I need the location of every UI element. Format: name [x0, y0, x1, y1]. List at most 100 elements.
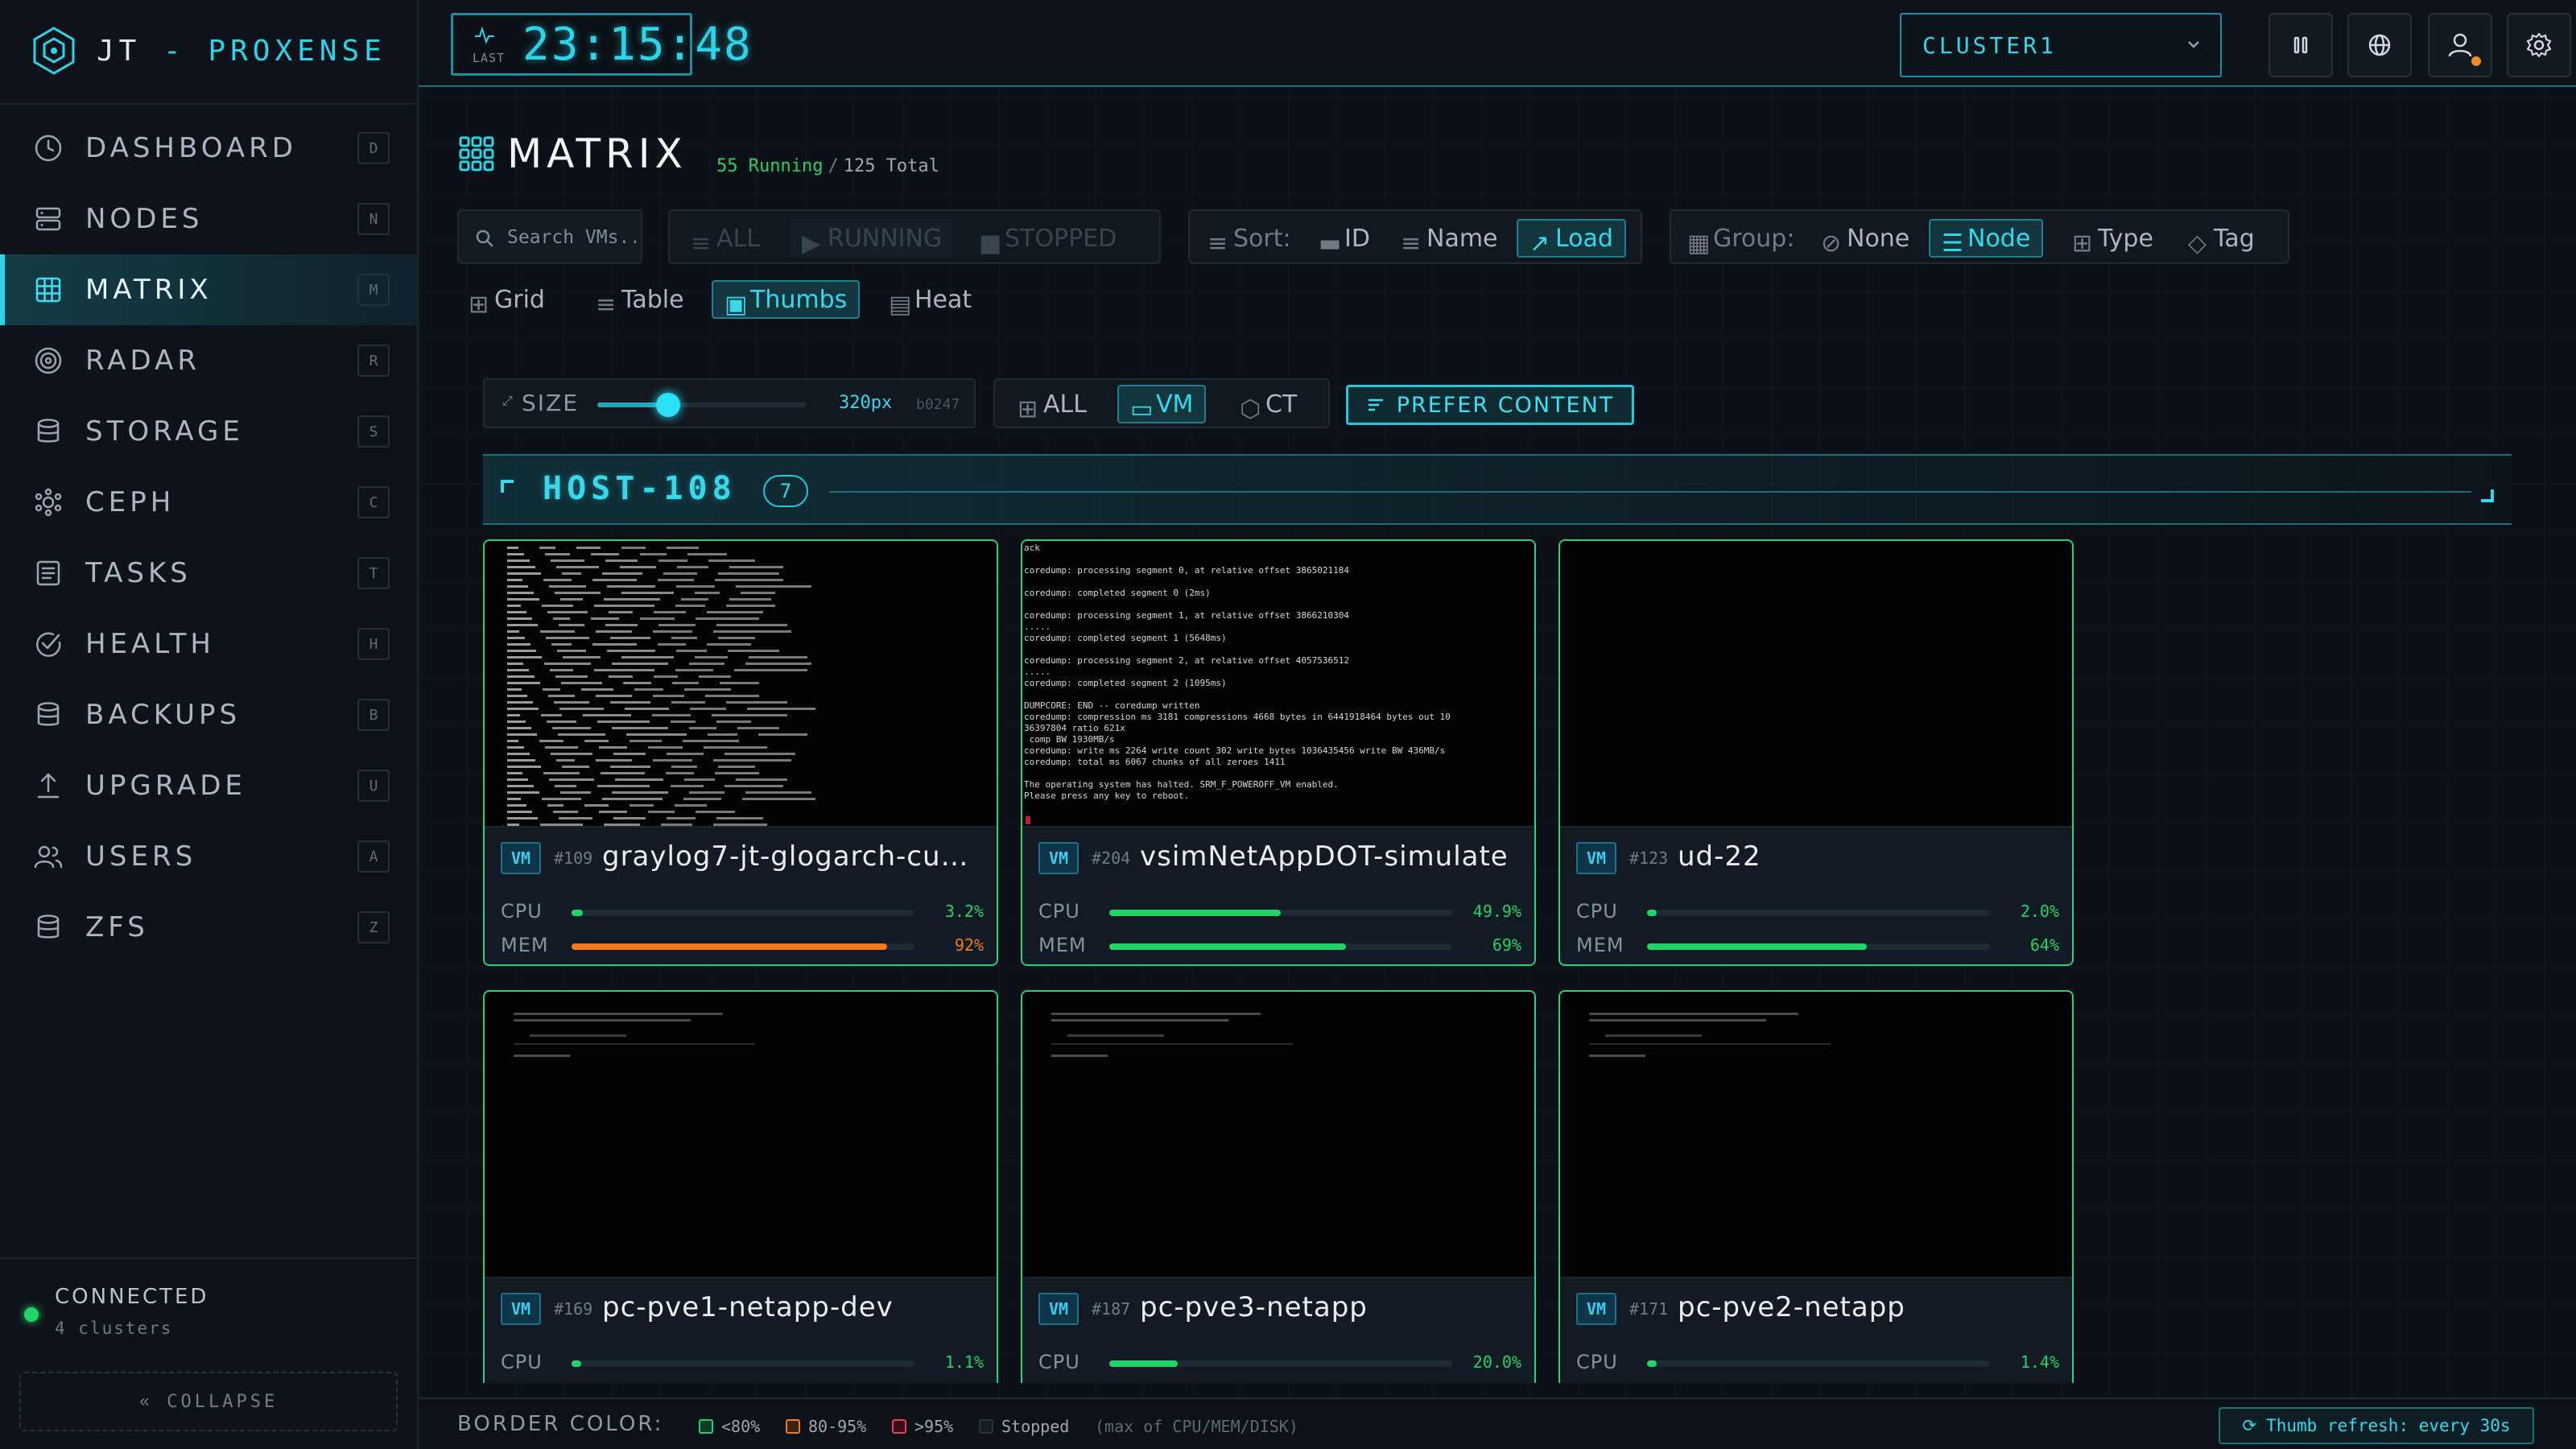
vm-card[interactable]: VM #169 pc-pve1-netapp-dev CPU 1.1%	[483, 990, 998, 1383]
cpu-bar	[572, 1360, 914, 1367]
vm-card-info: VM #169 pc-pve1-netapp-dev CPU 1.1%	[485, 1277, 997, 1383]
mem-row: MEM 64%	[1576, 934, 2059, 958]
refresh-icon: ⟳	[2242, 1416, 2257, 1435]
cpu-label: CPU	[1038, 900, 1080, 923]
mem-value: 92%	[954, 935, 984, 955]
legend-item: 80-95%	[786, 1417, 866, 1436]
legend-item: >95%	[892, 1417, 953, 1436]
vm-console-thumbnail[interactable]	[1022, 992, 1534, 1277]
vm-card-info: VM #204 vsimNetAppDOT-simulate CPU 49.9%…	[1022, 826, 1534, 964]
cpu-bar	[1109, 910, 1452, 916]
thumb-refresh-label: Thumb refresh: every 30s	[2266, 1416, 2511, 1435]
legend-swatch	[786, 1419, 800, 1434]
vm-console-thumbnail[interactable]: ack coredump: processing segment 0, at r…	[1022, 541, 1534, 826]
vm-card-info: VM #109 graylog7-jt-glogarch-custom CPU …	[485, 826, 997, 964]
vm-card-info: VM #123 ud-22 CPU 2.0% MEM 64%	[1560, 826, 2072, 964]
cpu-value: 1.4%	[2020, 1352, 2059, 1372]
cpu-row: CPU 2.0%	[1576, 900, 2059, 924]
cpu-bar	[572, 910, 914, 916]
border-color-legend: BORDER COLOR: <80% 80-95% >95% Stopped (…	[419, 1397, 2576, 1449]
mem-label: MEM	[501, 934, 549, 956]
cursor-indicator	[1026, 816, 1030, 824]
vm-card[interactable]: VM #187 pc-pve3-netapp CPU 20.0%	[1021, 990, 1536, 1383]
vm-type-badge: VM	[1038, 842, 1079, 874]
mem-bar-fill	[1647, 943, 1867, 950]
mem-label: MEM	[1576, 934, 1624, 956]
cpu-bar-fill	[572, 910, 583, 916]
mem-label: MEM	[1038, 934, 1087, 956]
vm-console-thumbnail[interactable]	[485, 541, 997, 826]
vm-name: vsimNetAppDOT-simulate	[1140, 840, 1509, 873]
legend-item: <80%	[699, 1417, 760, 1436]
cpu-bar-fill	[1109, 910, 1281, 916]
vm-card-info: VM #171 pc-pve2-netapp CPU 1.4%	[1560, 1277, 2072, 1383]
vm-type-badge: VM	[1038, 1293, 1079, 1325]
vm-card-info: VM #187 pc-pve3-netapp CPU 20.0%	[1022, 1277, 1534, 1383]
vm-card[interactable]: VM #109 graylog7-jt-glogarch-custom CPU …	[483, 539, 998, 966]
mem-bar	[1647, 943, 1990, 950]
cpu-row: CPU 3.2%	[501, 900, 984, 924]
cpu-value: 20.0%	[1472, 1352, 1521, 1372]
vm-card[interactable]: ack coredump: processing segment 0, at r…	[1021, 539, 1536, 966]
cpu-label: CPU	[501, 1351, 543, 1373]
vm-name: pc-pve2-netapp	[1678, 1291, 1905, 1323]
cpu-row: CPU 20.0%	[1038, 1351, 1521, 1375]
vm-type-badge: VM	[501, 1293, 541, 1325]
mem-row: MEM 69%	[1038, 934, 1521, 958]
mem-value: 64%	[2029, 935, 2059, 955]
legend-swatch	[979, 1419, 993, 1434]
console-screenshot	[507, 544, 815, 826]
legend-swatch	[892, 1419, 906, 1434]
console-screenshot	[1589, 1013, 1831, 1057]
cpu-row: CPU 1.4%	[1576, 1351, 2059, 1375]
cpu-value: 3.2%	[944, 902, 984, 921]
vm-type-badge: VM	[501, 842, 541, 874]
vm-console-thumbnail[interactable]	[485, 992, 997, 1277]
vm-card[interactable]: VM #171 pc-pve2-netapp CPU 1.4%	[1558, 990, 2074, 1383]
cpu-label: CPU	[1576, 1351, 1618, 1373]
vm-id: #187	[1092, 1299, 1131, 1319]
cpu-bar	[1647, 910, 1990, 916]
legend-swatch	[699, 1419, 713, 1434]
vm-id: #204	[1092, 848, 1131, 868]
cpu-bar	[1647, 1360, 1990, 1367]
cpu-value: 1.1%	[944, 1352, 984, 1372]
vm-id: #171	[1629, 1299, 1669, 1319]
cpu-bar-fill	[1647, 1360, 1657, 1367]
cpu-bar-fill	[572, 1360, 581, 1367]
mem-value: 69%	[1492, 935, 1521, 955]
console-screenshot	[1051, 1013, 1293, 1057]
vm-name: pc-pve1-netapp-dev	[602, 1291, 894, 1323]
vm-card-grid: VM #109 graylog7-jt-glogarch-custom CPU …	[0, 0, 2576, 1383]
legend-item: Stopped	[979, 1417, 1069, 1436]
console-screenshot	[514, 1013, 755, 1057]
vm-console-thumbnail[interactable]	[1560, 541, 2072, 826]
vm-id: #109	[554, 848, 593, 868]
vm-name: graylog7-jt-glogarch-custom	[602, 840, 980, 873]
console-screenshot: ack coredump: processing segment 0, at r…	[1024, 543, 1451, 801]
legend-note: (max of CPU/MEM/DISK)	[1095, 1417, 1298, 1436]
mem-bar	[1109, 943, 1452, 950]
mem-bar	[572, 943, 914, 950]
cpu-value: 49.9%	[1472, 902, 1521, 921]
vm-type-badge: VM	[1576, 1293, 1616, 1325]
cpu-bar-fill	[1647, 910, 1657, 916]
vm-name: pc-pve3-netapp	[1140, 1291, 1368, 1323]
cpu-value: 2.0%	[2020, 902, 2059, 921]
cpu-row: CPU 49.9%	[1038, 900, 1521, 924]
mem-row: MEM 92%	[501, 934, 984, 958]
mem-bar-fill	[1109, 943, 1346, 950]
vm-type-badge: VM	[1576, 842, 1616, 874]
vm-console-thumbnail[interactable]	[1560, 992, 2072, 1277]
cpu-bar-fill	[1109, 1360, 1179, 1367]
cpu-bar	[1109, 1360, 1452, 1367]
mem-bar-fill	[572, 943, 887, 950]
cpu-label: CPU	[1576, 900, 1618, 923]
cpu-label: CPU	[501, 900, 543, 923]
vm-card[interactable]: VM #123 ud-22 CPU 2.0% MEM 64%	[1558, 539, 2074, 966]
cpu-row: CPU 1.1%	[501, 1351, 984, 1375]
cpu-label: CPU	[1038, 1351, 1080, 1373]
vm-name: ud-22	[1678, 840, 1761, 873]
vm-id: #169	[554, 1299, 593, 1319]
thumb-refresh-button[interactable]: ⟳ Thumb refresh: every 30s	[2219, 1407, 2534, 1444]
